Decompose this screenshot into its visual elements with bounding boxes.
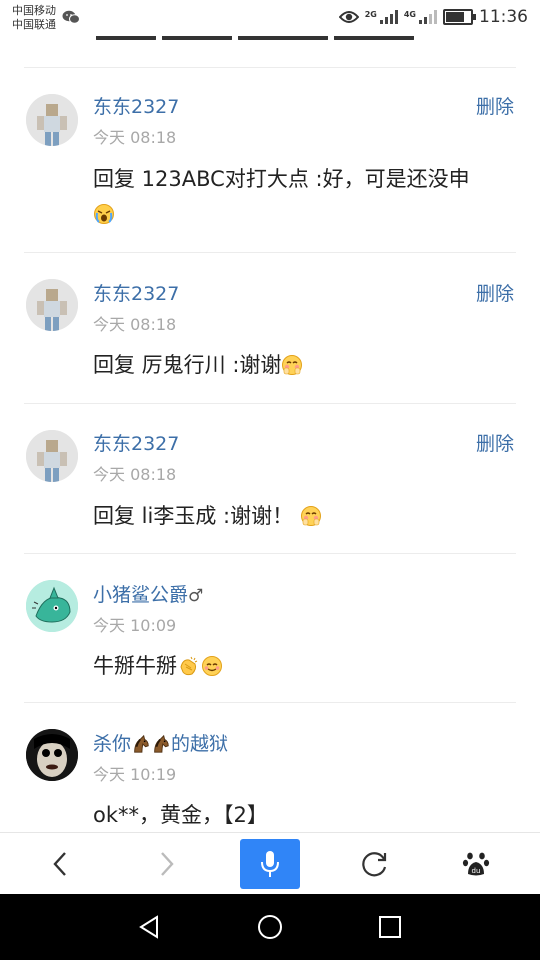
- username-text: 小猪鲨公爵: [93, 584, 189, 606]
- avatar[interactable]: [26, 279, 78, 331]
- horse-emoji-icon: [134, 734, 149, 753]
- carrier-2: 中国联通: [12, 18, 56, 31]
- svg-text:du: du: [472, 867, 481, 875]
- battery-icon: [443, 9, 476, 25]
- comment-text: 回复 li李玉成 :谢谢！: [93, 499, 523, 533]
- comment-item: 东东2327 今天 08:18 删除 回复 li李玉成 :谢谢！: [0, 404, 540, 554]
- horse-emoji-icon: [154, 734, 169, 753]
- signal-2g-icon: 2G: [365, 10, 398, 24]
- signal-4g-icon: 4G: [404, 10, 437, 24]
- username-text-part-1: 杀你: [93, 733, 132, 755]
- comment-text: ok**，黄金，【2】: [93, 803, 268, 827]
- male-gender-icon: ♂: [188, 586, 204, 606]
- back-icon: [53, 852, 66, 876]
- back-button[interactable]: [30, 833, 90, 895]
- username[interactable]: 东东2327: [93, 92, 179, 119]
- microphone-icon: [261, 851, 279, 877]
- refresh-button[interactable]: [345, 833, 405, 895]
- delete-button[interactable]: 删除: [476, 279, 514, 306]
- system-home-button[interactable]: [240, 894, 300, 960]
- smiling-face-emoji-icon: [202, 656, 222, 676]
- comment-text-content: 牛掰牛掰: [93, 654, 177, 678]
- eye-icon: [338, 11, 359, 23]
- username[interactable]: 东东2327: [93, 279, 179, 306]
- back-triangle-icon: [139, 915, 158, 939]
- avatar[interactable]: [26, 430, 78, 482]
- timestamp: 今天 10:09: [93, 616, 177, 635]
- timestamp: 今天 08:18: [93, 315, 177, 334]
- forward-icon: [161, 852, 174, 876]
- username[interactable]: 东东2327: [93, 429, 179, 456]
- username-text-part-2: 的越狱: [171, 733, 229, 755]
- clapping-hands-emoji-icon: [180, 656, 198, 676]
- comment-text: 牛掰牛掰: [93, 649, 523, 683]
- comment-text: 回复 厉鬼行川 :谢谢: [93, 348, 523, 382]
- timestamp: 今天 08:18: [93, 465, 177, 484]
- comment-item: 小猪鲨公爵♂ 今天 10:09 牛掰牛掰: [0, 554, 540, 702]
- timestamp: 今天 10:19: [93, 765, 177, 784]
- system-back-button[interactable]: [120, 894, 180, 960]
- clock: 11:36: [479, 7, 528, 27]
- baidu-home-button[interactable]: du: [446, 833, 506, 895]
- comment-text: 回复 123ABC对打大点 :好，可是还没申: [93, 162, 523, 230]
- carrier-1: 中国移动: [12, 4, 56, 17]
- refresh-icon: [362, 852, 387, 877]
- username[interactable]: 杀你 的越狱: [93, 729, 228, 756]
- comment-item: 东东2327 今天 08:18 删除 回复 厉鬼行川 :谢谢: [0, 253, 540, 403]
- comment-item: 杀你 的越狱 今天 10:19 ok**，黄金，【2】: [0, 703, 540, 832]
- username[interactable]: 小猪鲨公爵♂: [93, 580, 203, 607]
- avatar[interactable]: [26, 580, 78, 632]
- avatar[interactable]: [26, 729, 78, 781]
- comment-text-content: 回复 li李玉成 :谢谢！: [93, 504, 294, 528]
- comment-feed[interactable]: 东东2327 今天 08:18 删除 回复 123ABC对打大点 :好，可是还没…: [0, 0, 540, 832]
- forward-button[interactable]: [137, 833, 197, 895]
- comment-text-content: 回复 厉鬼行川 :谢谢: [93, 353, 282, 377]
- delete-button[interactable]: 删除: [476, 92, 514, 119]
- blushing-face-emoji-icon: [282, 355, 303, 375]
- status-bar: 中国移动 中国联通 2G 4G 11:36: [0, 0, 540, 36]
- baidu-paw-icon: du: [462, 852, 490, 876]
- recents-square-icon: [379, 916, 401, 938]
- comment-item: 东东2327 今天 08:18 删除 回复 123ABC对打大点 :好，可是还没…: [0, 68, 540, 252]
- crying-face-emoji-icon: [94, 204, 114, 224]
- delete-button[interactable]: 删除: [476, 429, 514, 456]
- system-navigation-bar: [0, 894, 540, 960]
- browser-toolbar: du: [0, 832, 540, 895]
- blushing-face-emoji-icon: [300, 506, 321, 526]
- comment-text-content: 回复 123ABC对打大点 :好，可是还没申: [93, 167, 470, 191]
- wechat-icon: [62, 10, 80, 24]
- carrier-names: 中国移动 中国联通: [12, 4, 56, 32]
- system-recents-button[interactable]: [360, 894, 420, 960]
- timestamp: 今天 08:18: [93, 128, 177, 147]
- avatar[interactable]: [26, 94, 78, 146]
- voice-search-button[interactable]: [240, 839, 300, 889]
- home-circle-icon: [258, 915, 282, 939]
